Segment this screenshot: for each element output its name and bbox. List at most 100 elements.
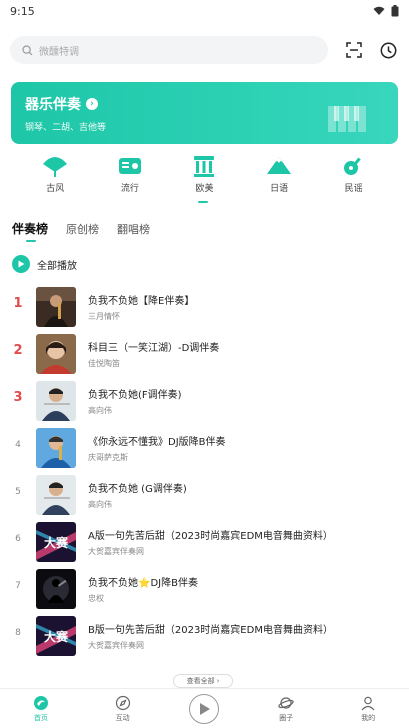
planet-icon: [278, 696, 294, 709]
list-item[interactable]: 6 大赛 A版一句先苦后甜（2023时尚嘉宾EDM电音舞曲资料） 大贺嘉宾伴奏网: [0, 518, 409, 565]
search-row: 微醺特调: [10, 36, 402, 64]
piano-keys-icon: [328, 106, 366, 132]
rank-number: 8: [15, 628, 21, 638]
nav-interact[interactable]: 互动: [93, 695, 153, 723]
tab-cover[interactable]: 翻唱榜: [117, 221, 150, 237]
song-artist: 忠权: [88, 594, 104, 603]
song-cover: [36, 381, 76, 421]
radio-icon: [118, 158, 141, 174]
svg-text:大赛: 大赛: [44, 629, 69, 644]
song-cover: [36, 334, 76, 374]
play-circle-icon: [12, 255, 30, 273]
banner-title-text: 器乐伴奏: [25, 97, 81, 113]
song-artist: 大贺嘉宾伴奏网: [88, 641, 144, 650]
search-icon: [22, 44, 33, 55]
chevron-right-icon: ›: [86, 98, 98, 110]
song-title: A版一句先苦后甜（2023时尚嘉宾EDM电音舞曲资料）: [88, 531, 333, 542]
clock-icon: [380, 42, 396, 58]
mountain-icon: [267, 157, 292, 174]
home-icon: [33, 695, 48, 710]
nav-label: 互动: [115, 713, 130, 722]
genre-scroll-indicator: [198, 201, 208, 203]
song-title: 负我不负她(F调伴奏): [88, 390, 182, 401]
list-item[interactable]: 3 负我不负她(F调伴奏) 高向伟: [0, 377, 409, 424]
rank-number: 7: [15, 581, 21, 591]
see-all-button[interactable]: 查看全部 ›: [173, 674, 233, 688]
list-item[interactable]: 7 负我不负她⭐DJ降B伴奏 忠权: [0, 565, 409, 612]
song-title: 科目三（一笑江湖）-D调伴奏: [88, 343, 220, 354]
tab-active-indicator: [26, 240, 36, 242]
banner-title: 器乐伴奏 ›: [25, 94, 98, 114]
song-cover: [36, 428, 76, 468]
song-artist: 高向伟: [88, 406, 112, 415]
list-item[interactable]: 2 科目三（一笑江湖）-D调伴奏 佳悦陶笛: [0, 330, 409, 377]
profile-icon: [361, 696, 375, 710]
status-icons: [373, 5, 399, 17]
song-title: 《你永远不懂我》DJ版降B伴奏: [88, 437, 226, 448]
banner-subtitle: 钢琴、二胡、吉他等: [25, 123, 107, 133]
genre-japanese[interactable]: 日语: [249, 152, 309, 200]
chart-tabs: 伴奏榜 原创榜 翻唱榜: [12, 220, 150, 237]
tab-accompaniment[interactable]: 伴奏榜: [12, 220, 48, 237]
nav-label: 首页: [33, 713, 48, 722]
play-button[interactable]: [189, 693, 220, 724]
genre-western[interactable]: 欧美: [174, 152, 234, 200]
guitar-icon: [343, 157, 361, 175]
song-title: 负我不负她 (G调伴奏): [88, 484, 187, 495]
song-list: 1 负我不负她【降E伴奏】 三月情怀 2 科目三（一笑江湖）-D调伴奏 佳悦陶笛…: [0, 283, 409, 659]
rank-number: 3: [13, 390, 23, 405]
scan-button[interactable]: [342, 38, 366, 62]
temple-icon: [194, 156, 215, 177]
wifi-icon: [373, 6, 385, 15]
genre-label: 欧美: [195, 184, 214, 194]
song-artist: 庆哥萨克斯: [88, 453, 128, 462]
play-all-label: 全部播放: [37, 260, 77, 272]
bottom-nav: 首页 互动 圈子 我的: [0, 688, 409, 728]
play-icon: [200, 702, 211, 715]
song-title: B版一句先苦后甜（2023时尚嘉宾EDM电音舞曲资料）: [88, 625, 333, 636]
song-artist: 高向伟: [88, 500, 112, 509]
genre-label: 流行: [120, 184, 139, 194]
search-input[interactable]: 微醺特调: [10, 36, 328, 64]
song-cover: 大赛: [36, 522, 76, 562]
song-artist: 三月情怀: [88, 312, 120, 321]
song-cover: 大赛: [36, 616, 76, 656]
scan-icon: [346, 42, 362, 58]
song-artist: 大贺嘉宾伴奏网: [88, 547, 144, 556]
nav-label: 圈子: [279, 713, 294, 722]
nav-home[interactable]: 首页: [11, 695, 71, 723]
genre-label: 古风: [46, 184, 65, 194]
chevron-right-icon: ›: [216, 677, 220, 685]
status-time: 9:15: [10, 4, 35, 18]
genre-row: 古风 流行 欧美 日语 民谣: [0, 152, 409, 200]
instrumental-banner[interactable]: 器乐伴奏 › 钢琴、二胡、吉他等: [11, 82, 398, 144]
list-item[interactable]: 1 负我不负她【降E伴奏】 三月情怀: [0, 283, 409, 330]
rank-number: 6: [15, 534, 21, 544]
nav-circle[interactable]: 圈子: [256, 695, 316, 723]
song-title: 负我不负她【降E伴奏】: [88, 296, 195, 307]
list-item[interactable]: 5 负我不负她 (G调伴奏) 高向伟: [0, 471, 409, 518]
rank-number: 4: [15, 440, 21, 450]
song-cover: [36, 569, 76, 609]
list-item[interactable]: 8 大赛 B版一句先苦后甜（2023时尚嘉宾EDM电音舞曲资料） 大贺嘉宾伴奏网: [0, 612, 409, 659]
song-artist: 佳悦陶笛: [88, 359, 120, 368]
song-title: 负我不负她⭐DJ降B伴奏: [88, 578, 198, 589]
nav-label: 我的: [361, 713, 376, 722]
genre-pop[interactable]: 流行: [100, 152, 160, 200]
rank-number: 1: [13, 296, 23, 311]
nav-mine[interactable]: 我的: [338, 695, 398, 723]
compass-icon: [115, 695, 130, 710]
nav-player[interactable]: [174, 693, 234, 724]
see-all-label: 查看全部: [186, 677, 215, 685]
play-all-button[interactable]: 全部播放: [12, 255, 77, 273]
rank-number: 5: [15, 487, 21, 497]
history-button[interactable]: [376, 38, 400, 62]
status-bar: 9:15: [0, 0, 409, 22]
tab-original[interactable]: 原创榜: [66, 221, 99, 237]
song-cover: [36, 287, 76, 327]
genre-ancient[interactable]: 古风: [25, 152, 85, 200]
battery-icon: [391, 5, 399, 17]
list-item[interactable]: 4 《你永远不懂我》DJ版降B伴奏 庆哥萨克斯: [0, 424, 409, 471]
search-placeholder: 微醺特调: [39, 46, 79, 58]
genre-folk[interactable]: 民谣: [324, 152, 384, 200]
